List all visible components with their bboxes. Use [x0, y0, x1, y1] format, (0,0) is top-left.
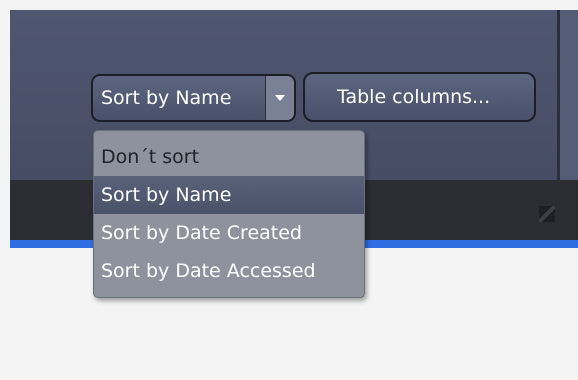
sort-dropdown-menu: Don´t sort Sort by Name Sort by Date Cre… [93, 130, 365, 298]
chevron-down-icon [275, 95, 285, 101]
sort-select[interactable]: Sort by Name [91, 74, 296, 122]
menu-item-dont-sort[interactable]: Don´t sort [94, 138, 364, 176]
menu-item-sort-by-date-accessed[interactable]: Sort by Date Accessed [94, 252, 364, 290]
table-columns-button[interactable]: Table columns... [303, 72, 536, 122]
side-panel-edge [560, 10, 578, 180]
resize-grip-icon[interactable] [539, 206, 555, 222]
menu-item-sort-by-name[interactable]: Sort by Name [94, 176, 364, 214]
menu-item-sort-by-date-created[interactable]: Sort by Date Created [94, 214, 364, 252]
sort-dropdown-button[interactable] [265, 76, 294, 120]
sort-select-value: Sort by Name [101, 87, 232, 109]
